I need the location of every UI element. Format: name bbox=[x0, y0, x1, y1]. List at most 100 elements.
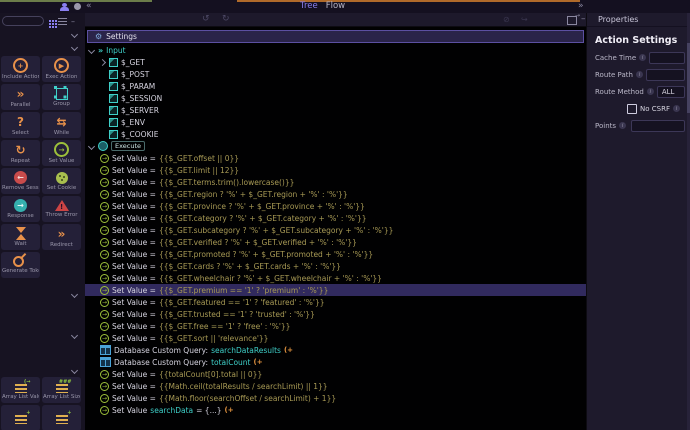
action-tile-throw-error[interactable]: Throw Error bbox=[42, 196, 81, 222]
undo-icon[interactable]: ↺ bbox=[202, 14, 210, 24]
minimize-panel-icon[interactable]: – bbox=[581, 14, 586, 24]
set-value-step[interactable]: →Set Value ={{$_GET.verified ? '%' + $_G… bbox=[85, 236, 586, 248]
action-tile-set-cookie[interactable]: Set Cookie bbox=[42, 168, 81, 194]
points-input[interactable] bbox=[631, 120, 685, 132]
palette-section-header[interactable] bbox=[0, 329, 85, 342]
chevron-down-icon[interactable] bbox=[71, 291, 78, 298]
set-value-step[interactable]: →Set Value ={{$_GET.province ? '%' + $_G… bbox=[85, 200, 586, 212]
collapse-all-icon[interactable]: – bbox=[71, 18, 75, 25]
action-tile-remove-session[interactable]: ←Remove Session bbox=[1, 168, 40, 194]
action-tile-parallel[interactable]: »Parallel bbox=[1, 84, 40, 110]
chevron-down-icon[interactable] bbox=[71, 332, 78, 339]
set-value-step[interactable]: →Set Value ={{$_GET.trusted == '1' ? 'tr… bbox=[85, 308, 586, 320]
action-tile-repeat[interactable]: ↻Repeat bbox=[1, 140, 40, 166]
step-prefix: Set Value = bbox=[112, 262, 156, 271]
tree-item-param[interactable]: $_PARAM bbox=[85, 80, 586, 92]
palette-section-header[interactable] bbox=[0, 41, 85, 54]
set-value-step[interactable]: →Set Value ={{$_GET.cards ? '%' + $_GET.… bbox=[85, 260, 586, 272]
action-tile-array-list-value[interactable]: (→Array List Value bbox=[1, 377, 40, 403]
set-value-step[interactable]: →Set Value ={{$_GET.offset || 0}} bbox=[85, 152, 586, 164]
step-prefix: Set Value = bbox=[112, 250, 156, 259]
settings-step[interactable]: ⚙ Settings bbox=[87, 30, 584, 43]
settings-label: Settings bbox=[106, 32, 137, 41]
info-icon[interactable]: i bbox=[673, 105, 680, 112]
set-value-icon: → bbox=[100, 310, 109, 319]
account-icon[interactable] bbox=[74, 3, 81, 10]
set-value-step[interactable]: →Set Value ={{$_GET.subcategory ? '%' + … bbox=[85, 224, 586, 236]
palette-section-header[interactable] bbox=[0, 288, 85, 301]
db-query-step[interactable]: Database Custom Query:searchDataResults(… bbox=[85, 344, 586, 356]
chevron-down-icon[interactable] bbox=[71, 31, 78, 38]
set-value-step[interactable]: →Set Value ={{$_GET.free == '1' ? 'free'… bbox=[85, 320, 586, 332]
set-value-step[interactable]: →Set Value ={{$_GET.category ? '%' + $_G… bbox=[85, 212, 586, 224]
action-tile-while[interactable]: ⇆While bbox=[42, 112, 81, 138]
action-tile-redirect[interactable]: »Redirect bbox=[42, 224, 81, 250]
tree-item-server[interactable]: $_SERVER bbox=[85, 104, 586, 116]
route-path-input[interactable] bbox=[646, 69, 685, 81]
set-value-step[interactable]: →Set Value ={{$_GET.limit || 12}} bbox=[85, 164, 586, 176]
action-tile-include-action[interactable]: +Include Action bbox=[1, 56, 40, 82]
no-csrf-checkbox[interactable] bbox=[627, 104, 637, 114]
export-icon[interactable] bbox=[567, 16, 577, 25]
tree-item-post[interactable]: $_POST bbox=[85, 68, 586, 80]
info-icon[interactable]: i bbox=[639, 54, 646, 61]
set-value-step[interactable]: →Set Value ={{$_GET.region ? '%' + $_GET… bbox=[85, 188, 586, 200]
output-badge-icon: (+ bbox=[284, 346, 293, 354]
set-value-step[interactable]: →Set Value ={{totalCount[0].total || 0}} bbox=[85, 368, 586, 380]
tree-item-get[interactable]: $_GET bbox=[85, 56, 586, 68]
action-tile-select[interactable]: ?Select bbox=[1, 112, 40, 138]
tile-label: While bbox=[54, 130, 69, 136]
collapse-left-icon[interactable]: « bbox=[86, 1, 92, 11]
action-tile-group[interactable]: Group bbox=[42, 84, 81, 110]
action-tile-set-value[interactable]: →Set Value bbox=[42, 140, 81, 166]
set-value-step[interactable]: →Set Value ={{$_GET.terms.trim().lowerca… bbox=[85, 176, 586, 188]
grid-view-icon[interactable] bbox=[49, 20, 51, 22]
chevron-right-icon[interactable] bbox=[100, 58, 106, 67]
route-path-row: Route Path i bbox=[587, 67, 690, 82]
set-value-step[interactable]: →Set Value ={{$_GET.featured == '1' ? 'f… bbox=[85, 296, 586, 308]
set-value-step[interactable]: →Set Value ={{Math.ceil(totalResults / s… bbox=[85, 380, 586, 392]
set-value-step[interactable]: →Set ValuesearchData= {...}(+ bbox=[85, 404, 586, 416]
input-section-row[interactable]: » Input bbox=[85, 44, 586, 56]
set-value-step[interactable]: →Set Value ={{$_GET.wheelchair ? '%' + $… bbox=[85, 272, 586, 284]
action-tile-partial[interactable]: + bbox=[1, 405, 40, 430]
set-value-step[interactable]: →Set Value ={{$_GET.sort || 'relevance'}… bbox=[85, 332, 586, 344]
action-tile-generate-token[interactable]: Generate Token bbox=[1, 252, 40, 278]
search-input[interactable] bbox=[2, 16, 44, 26]
generate-token-icon bbox=[10, 254, 26, 270]
user-icon[interactable] bbox=[62, 3, 67, 7]
palette-section-header[interactable] bbox=[0, 28, 85, 41]
chevron-down-icon[interactable] bbox=[71, 367, 78, 374]
info-icon[interactable]: i bbox=[647, 88, 654, 95]
db-query-step[interactable]: Database Custom Query:totalCount(+ bbox=[85, 356, 586, 368]
tree-item-cookie[interactable]: $_COOKIE bbox=[85, 128, 586, 140]
step-prefix: Set Value = bbox=[112, 322, 156, 331]
tree-item-env[interactable]: $_ENV bbox=[85, 116, 586, 128]
variable-cube-icon bbox=[109, 94, 118, 103]
info-icon[interactable]: i bbox=[619, 122, 626, 129]
action-tile-array-list-size[interactable]: ###Array List Size bbox=[42, 377, 81, 403]
tab-flow[interactable]: Flow bbox=[326, 1, 345, 11]
set-value-step[interactable]: →Set Value ={{$_GET.promoted ? '%' + $_G… bbox=[85, 248, 586, 260]
collapse-right-icon[interactable]: » bbox=[578, 1, 584, 11]
execute-section-row[interactable]: Execute bbox=[85, 140, 586, 152]
list-view-icon[interactable] bbox=[58, 18, 67, 25]
cache-time-input[interactable] bbox=[649, 52, 685, 64]
info-icon[interactable]: i bbox=[636, 71, 643, 78]
set-value-step[interactable]: →Set Value ={{Math.floor(searchOffset / … bbox=[85, 392, 586, 404]
palette-section-header[interactable] bbox=[0, 364, 85, 377]
action-tile-partial[interactable]: + bbox=[42, 405, 81, 430]
set-value-step[interactable]: →Set Value ={{$_GET.premium == '1' ? 'pr… bbox=[85, 284, 586, 296]
tab-tree[interactable]: Tree bbox=[300, 1, 318, 11]
tree-item-session[interactable]: $_SESSION bbox=[85, 92, 586, 104]
chevron-down-icon[interactable] bbox=[88, 46, 95, 53]
action-tile-wait[interactable]: Wait bbox=[1, 224, 40, 250]
step-expression: {{Math.ceil(totalResults / searchLimit) … bbox=[159, 382, 328, 391]
step-prefix: Set Value = bbox=[112, 154, 156, 163]
redo-icon[interactable]: ↻ bbox=[222, 14, 230, 24]
chevron-down-icon[interactable] bbox=[88, 142, 95, 149]
action-tile-exec-action[interactable]: ▶Exec Action bbox=[42, 56, 81, 82]
chevron-down-icon[interactable] bbox=[71, 44, 78, 51]
action-tile-response[interactable]: →Response bbox=[1, 196, 40, 222]
route-method-select[interactable]: ALL bbox=[657, 86, 685, 98]
